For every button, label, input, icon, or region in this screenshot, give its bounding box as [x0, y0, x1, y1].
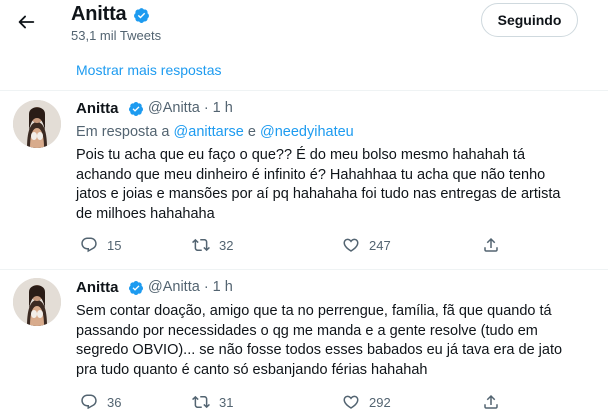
- arrow-left-icon: [18, 15, 35, 29]
- retweet-button[interactable]: 31: [192, 392, 233, 409]
- mention-link[interactable]: @needyihateu: [260, 124, 354, 140]
- avatar[interactable]: [13, 278, 61, 326]
- reply-icon: [81, 237, 97, 253]
- verified-badge-icon: [128, 281, 143, 295]
- tweet-actions: 15 32 247: [0, 235, 608, 255]
- share-button[interactable]: [482, 235, 500, 255]
- share-icon: [484, 394, 498, 409]
- heart-icon: [343, 395, 359, 409]
- retweet-icon: [192, 238, 210, 252]
- tweet-author-name[interactable]: Anitta: [76, 279, 119, 296]
- mention-link[interactable]: @anittarse: [174, 124, 244, 140]
- reply-context: Em resposta a @anittarse e @needyihateu: [76, 124, 354, 140]
- tweet-handle-time[interactable]: @Anitta · 1 h: [148, 279, 233, 295]
- show-more-replies-link[interactable]: Mostrar mais respostas: [76, 62, 221, 78]
- tweet-text: Sem contar doação, amigo que ta no perre…: [76, 303, 563, 378]
- tweet[interactable]: Anitta @Anitta · 1 h Sem contar doação, …: [0, 270, 608, 409]
- retweet-button[interactable]: 32: [192, 235, 233, 255]
- following-button[interactable]: Seguindo: [481, 3, 578, 37]
- like-count: 292: [369, 394, 391, 409]
- reply-prefix: Em resposta a: [76, 124, 170, 140]
- retweet-count: 31: [219, 394, 234, 409]
- reply-button[interactable]: 36: [80, 392, 121, 409]
- reply-icon: [81, 394, 97, 409]
- tweet[interactable]: Anitta @Anitta · 1 h Em resposta a @anit…: [0, 91, 608, 269]
- reply-count: 15: [107, 237, 122, 253]
- tweet-text: Pois tu acha que eu faço o que?? É do me…: [76, 147, 561, 222]
- retweet-count: 32: [219, 237, 234, 253]
- reply-conjunction: e: [247, 124, 256, 140]
- heart-icon: [343, 238, 359, 252]
- tweet-author-name[interactable]: Anitta: [76, 100, 119, 117]
- like-button[interactable]: 247: [342, 235, 391, 255]
- avatar[interactable]: [13, 100, 61, 148]
- share-button[interactable]: [482, 392, 500, 409]
- share-icon: [484, 237, 498, 252]
- like-count: 247: [369, 237, 391, 253]
- verified-badge-icon: [134, 8, 149, 23]
- avatar-photo: [13, 100, 61, 148]
- tweet-handle-time[interactable]: @Anitta · 1 h: [148, 100, 233, 116]
- reply-count: 36: [107, 394, 122, 409]
- tweet-count: 53,1 mil Tweets: [71, 28, 162, 43]
- back-button[interactable]: [8, 4, 44, 40]
- avatar-photo: [13, 278, 61, 326]
- profile-name: Anitta: [71, 3, 127, 25]
- like-button[interactable]: 292: [342, 392, 391, 409]
- profile-header: Anitta 53,1 mil Tweets Seguindo: [0, 0, 608, 50]
- verified-badge-icon: [128, 102, 143, 116]
- reply-button[interactable]: 15: [80, 235, 121, 255]
- tweet-actions: 36 31 292: [0, 392, 608, 409]
- retweet-icon: [192, 395, 210, 409]
